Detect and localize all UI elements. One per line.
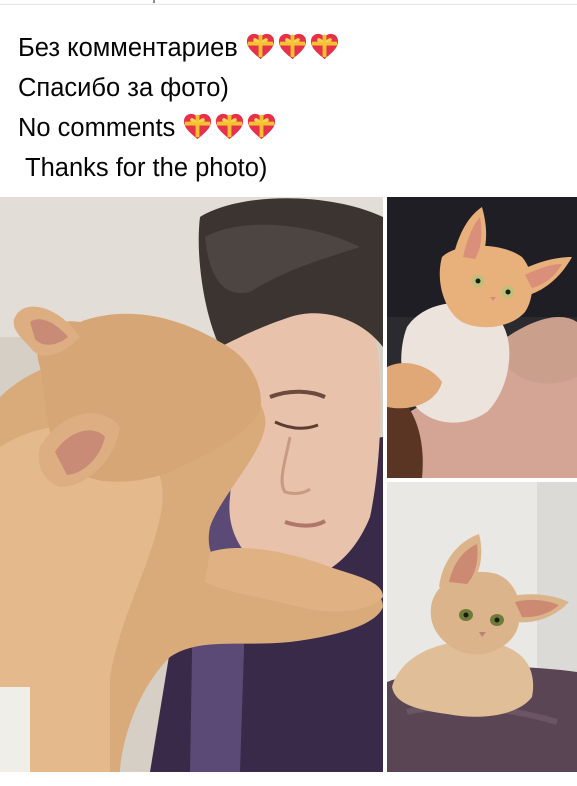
top-divider	[0, 0, 577, 5]
heart-with-ribbon-icon	[245, 31, 276, 62]
heart-with-ribbon-icon	[246, 111, 277, 142]
post-line-text: No comments	[18, 114, 176, 142]
post-line-1: Без комментариев	[18, 28, 563, 68]
post-line-4: Thanks for the photo)	[18, 148, 563, 188]
post-message: Без комментариев Спасибо за фото) No com…	[18, 28, 563, 188]
heart-with-ribbon-icon	[214, 111, 245, 142]
heart-with-ribbon-icon	[309, 31, 340, 62]
post-line-text: Без комментариев	[18, 34, 238, 62]
photo-man-kissed-by-cat[interactable]	[0, 197, 383, 772]
photo-collage	[0, 197, 577, 772]
photo-cat-held-in-arms[interactable]	[387, 197, 577, 478]
heart-with-ribbon-icon	[277, 31, 308, 62]
post-line-text: Спасибо за фото)	[18, 74, 229, 102]
post-line-2: Спасибо за фото)	[18, 68, 563, 108]
photo-cat-on-sofa[interactable]	[387, 482, 577, 772]
post-line-3: No comments	[18, 108, 563, 148]
top-marker	[153, 0, 155, 3]
post-line-text: Thanks for the photo)	[25, 154, 268, 182]
bottom-spacer	[0, 772, 577, 786]
heart-with-ribbon-icon	[182, 111, 213, 142]
